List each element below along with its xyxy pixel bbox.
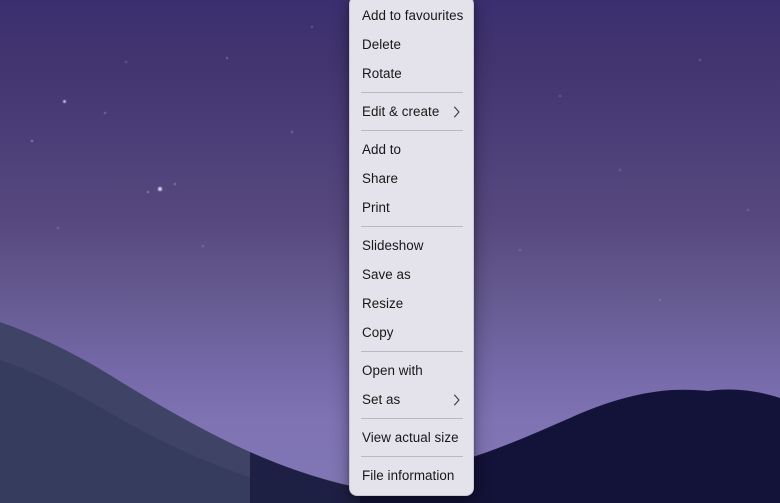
menu-item-slideshow[interactable]: Slideshow <box>352 231 471 260</box>
menu-item-share[interactable]: Share <box>352 164 471 193</box>
menu-item-label: Rotate <box>362 67 463 80</box>
menu-item-label: Add to <box>362 143 463 156</box>
desktop-screen: Add to favourites Delete Rotate Edit & crea… <box>0 0 780 503</box>
menu-item-save-as[interactable]: Save as <box>352 260 471 289</box>
menu-item-label: Copy <box>362 326 463 339</box>
menu-item-rotate[interactable]: Rotate <box>352 59 471 88</box>
menu-item-label: Set as <box>362 393 452 406</box>
menu-item-add-to[interactable]: Add to <box>352 135 471 164</box>
menu-item-delete[interactable]: Delete <box>352 30 471 59</box>
photos-image-context-menu[interactable]: Add to favourites Delete Rotate Edit & crea… <box>349 0 474 496</box>
menu-item-resize[interactable]: Resize <box>352 289 471 318</box>
chevron-right-icon <box>452 106 462 118</box>
menu-item-label: Save as <box>362 268 463 281</box>
menu-item-label: Delete <box>362 38 463 51</box>
menu-item-label: Resize <box>362 297 463 310</box>
chevron-right-icon <box>452 394 462 406</box>
menu-item-copy[interactable]: Copy <box>352 318 471 347</box>
menu-separator <box>361 456 463 457</box>
menu-item-view-actual-size[interactable]: View actual size <box>352 423 471 452</box>
menu-separator <box>361 92 463 93</box>
menu-separator <box>361 130 463 131</box>
menu-item-label: View actual size <box>362 431 463 444</box>
menu-separator <box>361 351 463 352</box>
menu-item-label: Slideshow <box>362 239 463 252</box>
menu-item-edit-create[interactable]: Edit & create <box>352 97 471 126</box>
menu-separator <box>361 226 463 227</box>
menu-item-label: Print <box>362 201 463 214</box>
menu-item-label: Edit & create <box>362 105 452 118</box>
menu-separator <box>361 418 463 419</box>
menu-item-file-information[interactable]: File information <box>352 461 471 490</box>
menu-item-print[interactable]: Print <box>352 193 471 222</box>
menu-item-label: Open with <box>362 364 463 377</box>
menu-item-add-to-favourites[interactable]: Add to favourites <box>352 1 471 30</box>
menu-item-open-with[interactable]: Open with <box>352 356 471 385</box>
menu-item-label: Share <box>362 172 463 185</box>
menu-item-label: Add to favourites <box>362 9 463 22</box>
menu-item-set-as[interactable]: Set as <box>352 385 471 414</box>
menu-item-label: File information <box>362 469 463 482</box>
